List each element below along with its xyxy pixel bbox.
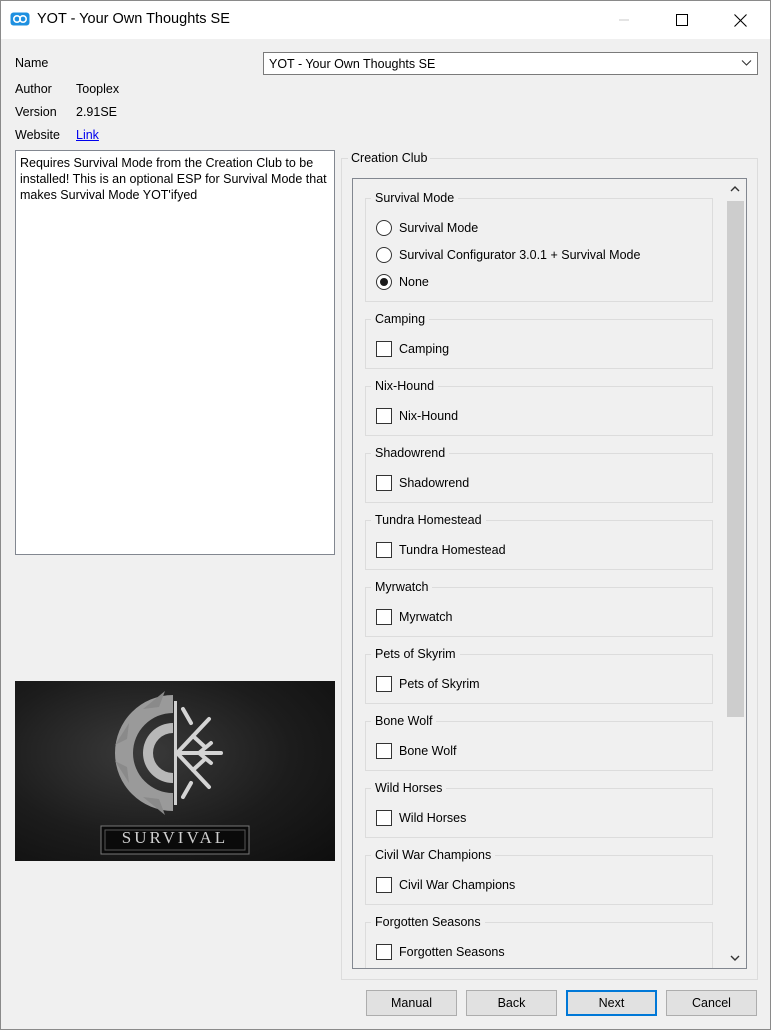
scroll-down-button[interactable] [724, 948, 746, 968]
checkbox-civil-war-champions[interactable]: Civil War Champions [376, 877, 515, 893]
checkbox-label: Forgotten Seasons [399, 945, 505, 959]
radio-none[interactable]: None [376, 274, 429, 290]
back-button[interactable]: Back [466, 990, 557, 1016]
cancel-button[interactable]: Cancel [666, 990, 757, 1016]
name-dropdown[interactable]: YOT - Your Own Thoughts SE [263, 52, 758, 75]
checkbox[interactable] [376, 341, 392, 357]
checkbox-label: Nix-Hound [399, 409, 459, 423]
title-bar[interactable]: YOT - Your Own Thoughts SE [1, 1, 770, 39]
close-button[interactable] [717, 1, 763, 39]
minimize-icon [619, 19, 629, 21]
group-title-camping: Camping [371, 312, 430, 326]
group-title-tundra-homestead: Tundra Homestead [371, 513, 486, 527]
checkbox[interactable] [376, 408, 392, 424]
close-icon [733, 13, 747, 27]
vertical-scrollbar[interactable] [724, 179, 746, 968]
radio-label: None [399, 275, 429, 289]
minimize-button[interactable] [601, 1, 647, 39]
group-title-nix-hound: Nix-Hound [371, 379, 439, 393]
group-title-wild-horses: Wild Horses [371, 781, 447, 795]
survival-mode-image: SURVIVAL [15, 681, 335, 861]
checkbox[interactable] [376, 743, 392, 759]
chevron-down-icon [730, 955, 740, 961]
checkbox[interactable] [376, 676, 392, 692]
radio-button-selected[interactable] [376, 274, 392, 290]
group-title-bone-wolf: Bone Wolf [371, 714, 437, 728]
checkbox-bone-wolf[interactable]: Bone Wolf [376, 743, 456, 759]
checkbox-camping[interactable]: Camping [376, 341, 449, 357]
checkbox-shadowrend[interactable]: Shadowrend [376, 475, 469, 491]
radio-button[interactable] [376, 247, 392, 263]
checkbox[interactable] [376, 609, 392, 625]
radio-button[interactable] [376, 220, 392, 236]
checkbox-wild-horses[interactable]: Wild Horses [376, 810, 466, 826]
group-title-civil-war-champions: Civil War Champions [371, 848, 496, 862]
image-caption: SURVIVAL [121, 828, 229, 847]
scroll-up-button[interactable] [724, 179, 746, 199]
chevron-up-icon [730, 186, 740, 192]
checkbox[interactable] [376, 475, 392, 491]
checkbox[interactable] [376, 944, 392, 960]
author-value: Tooplex [76, 82, 120, 96]
app-icon [10, 12, 30, 26]
checkbox-tundra-homestead[interactable]: Tundra Homestead [376, 542, 506, 558]
version-label: Version [15, 105, 57, 119]
group-title-shadowrend: Shadowrend [371, 446, 450, 460]
chevron-down-icon [741, 60, 752, 66]
scrollbar-thumb[interactable] [727, 201, 744, 717]
checkbox-label: Bone Wolf [399, 744, 457, 758]
window-title: YOT - Your Own Thoughts SE [37, 11, 230, 27]
checkbox-label: Camping [399, 342, 450, 356]
creation-club-title: Creation Club [348, 151, 431, 165]
checkbox-label: Wild Horses [399, 811, 467, 825]
group-title-survival-mode: Survival Mode [371, 191, 459, 205]
checkbox-label: Shadowrend [399, 476, 470, 490]
maximize-button[interactable] [659, 1, 705, 39]
checkbox-label: Pets of Skyrim [399, 677, 480, 691]
next-button[interactable]: Next [566, 990, 657, 1016]
checkbox-myrwatch[interactable]: Myrwatch [376, 609, 452, 625]
description-box[interactable]: Requires Survival Mode from the Creation… [15, 150, 335, 555]
website-label: Website [15, 128, 60, 142]
name-dropdown-value: YOT - Your Own Thoughts SE [269, 57, 436, 71]
radio-label: Survival Configurator 3.0.1 + Survival M… [399, 248, 641, 262]
group-title-forgotten-seasons: Forgotten Seasons [371, 915, 485, 929]
checkbox[interactable] [376, 810, 392, 826]
checkbox-forgotten-seasons[interactable]: Forgotten Seasons [376, 944, 505, 960]
manual-button[interactable]: Manual [366, 990, 457, 1016]
checkbox-label: Civil War Champions [399, 878, 516, 892]
checkbox-pets-of-skyrim[interactable]: Pets of Skyrim [376, 676, 480, 692]
installer-window: YOT - Your Own Thoughts SE Name YOT - Yo… [0, 0, 771, 1030]
checkbox-nix-hound[interactable]: Nix-Hound [376, 408, 458, 424]
checkbox[interactable] [376, 877, 392, 893]
radio-label: Survival Mode [399, 221, 479, 235]
checkbox-label: Myrwatch [399, 610, 453, 624]
maximize-icon [676, 14, 688, 26]
radio-survival-mode[interactable]: Survival Mode [376, 220, 478, 236]
checkbox[interactable] [376, 542, 392, 558]
group-title-pets-of-skyrim: Pets of Skyrim [371, 647, 460, 661]
website-link[interactable]: Link [76, 128, 99, 142]
author-label: Author [15, 82, 52, 96]
version-value: 2.91SE [76, 105, 118, 119]
group-title-myrwatch: Myrwatch [371, 580, 433, 594]
radio-survival-configurator[interactable]: Survival Configurator 3.0.1 + Survival M… [376, 247, 640, 263]
checkbox-label: Tundra Homestead [399, 543, 506, 557]
name-label: Name [15, 56, 49, 70]
